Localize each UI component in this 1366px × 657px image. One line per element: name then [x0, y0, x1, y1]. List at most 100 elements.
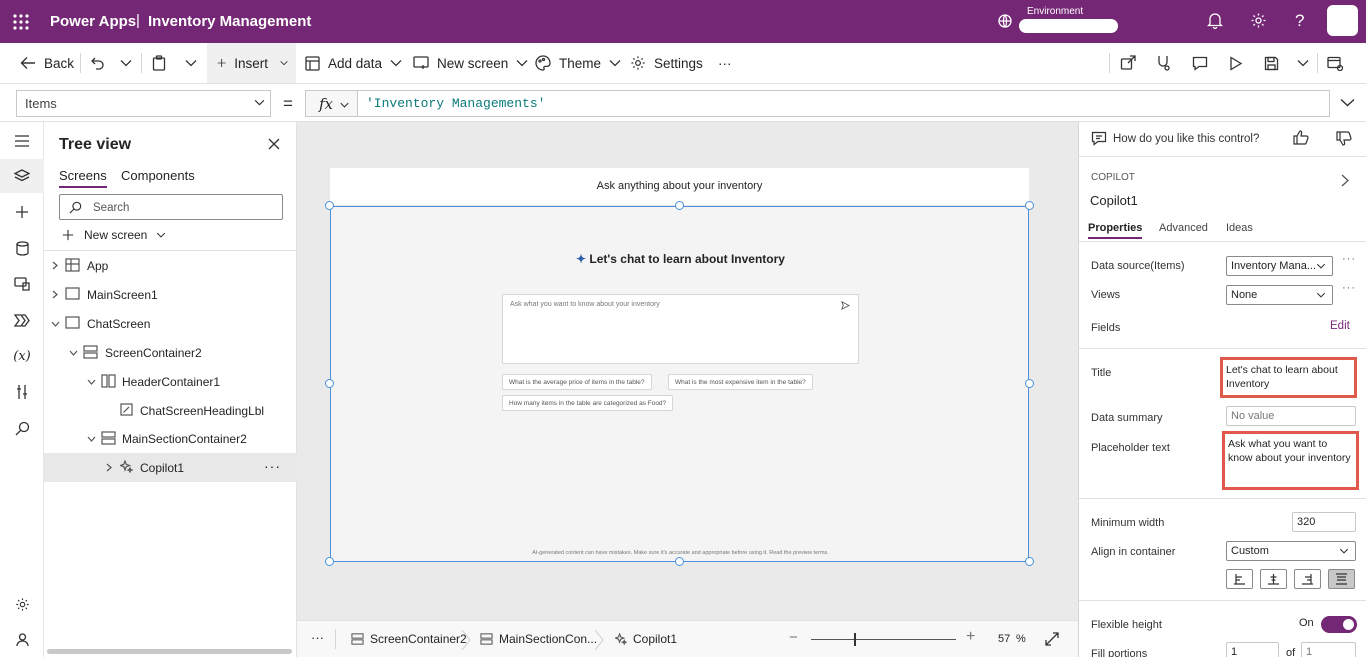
- align-in-container-dropdown[interactable]: Custom: [1226, 541, 1356, 561]
- settings-gear-icon[interactable]: [0, 587, 44, 621]
- control-name[interactable]: Copilot1: [1090, 193, 1138, 208]
- tree-node-mainsectioncontainer2[interactable]: MainSectionContainer2: [44, 424, 297, 453]
- tab-ideas[interactable]: Ideas: [1226, 222, 1253, 234]
- horizontal-scrollbar[interactable]: [47, 649, 292, 654]
- paste-dropdown-chevron-icon[interactable]: [185, 43, 205, 83]
- environment-selector[interactable]: [1019, 19, 1118, 33]
- zoom-in-button[interactable]: +: [966, 628, 975, 646]
- minimum-width-input[interactable]: 320: [1292, 512, 1356, 532]
- hamburger-menu-icon[interactable]: [0, 124, 44, 158]
- more-commands-button[interactable]: ···: [718, 43, 732, 83]
- settings-gear-icon[interactable]: [1250, 12, 1267, 29]
- tree-node-headercontainer1[interactable]: HeaderContainer1: [44, 367, 297, 396]
- data-database-icon[interactable]: [0, 231, 44, 265]
- publish-icon[interactable]: [1327, 43, 1351, 83]
- power-automate-icon[interactable]: [0, 303, 44, 337]
- insert-button[interactable]: Insert: [207, 43, 296, 83]
- screen-heading-label[interactable]: Ask anything about your inventory: [330, 180, 1029, 192]
- new-screen-link[interactable]: New screen: [62, 228, 166, 242]
- resize-handle[interactable]: [325, 201, 334, 210]
- tree-node-app[interactable]: App: [44, 251, 297, 280]
- app-launcher-icon[interactable]: [13, 14, 29, 30]
- environment-icon[interactable]: [997, 13, 1013, 29]
- zoom-slider-thumb[interactable]: [854, 633, 856, 646]
- undo-dropdown-chevron-icon[interactable]: [120, 43, 140, 83]
- fill-portions-input[interactable]: 1: [1226, 642, 1279, 657]
- resize-handle[interactable]: [675, 201, 684, 210]
- views-dropdown[interactable]: None: [1226, 285, 1333, 305]
- new-screen-button[interactable]: New screen: [413, 43, 536, 83]
- search-icon[interactable]: [0, 411, 44, 445]
- close-icon[interactable]: [268, 138, 280, 150]
- placeholder-text-input[interactable]: Ask what you want to know about your inv…: [1222, 431, 1359, 490]
- data-source-dropdown[interactable]: Inventory Mana...: [1226, 256, 1333, 276]
- align-end-button[interactable]: [1294, 569, 1321, 589]
- align-start-button[interactable]: [1226, 569, 1253, 589]
- fields-edit-link[interactable]: Edit: [1330, 320, 1350, 332]
- media-icon[interactable]: [0, 267, 44, 301]
- insert-plus-icon[interactable]: [0, 195, 44, 229]
- resize-handle[interactable]: [325, 557, 334, 566]
- title-input[interactable]: Let's chat to learn about Inventory: [1220, 357, 1357, 398]
- node-more-options-button[interactable]: ···: [264, 458, 281, 474]
- copilot-control[interactable]: ✦ Let's chat to learn about Inventory As…: [330, 206, 1029, 562]
- save-icon[interactable]: [1264, 43, 1287, 83]
- flexible-height-toggle[interactable]: [1321, 616, 1357, 633]
- tree-node-chatscreen[interactable]: ChatScreen: [44, 309, 297, 338]
- thumbs-down-icon[interactable]: [1336, 131, 1352, 146]
- variables-icon[interactable]: (𝑥): [0, 339, 44, 373]
- zoom-out-button[interactable]: −: [789, 629, 798, 646]
- data-summary-input[interactable]: No value: [1226, 406, 1356, 426]
- add-data-button[interactable]: Add data: [305, 43, 410, 83]
- thumbs-up-icon[interactable]: [1293, 130, 1309, 145]
- tab-properties[interactable]: Properties: [1088, 222, 1143, 239]
- tree-search-input[interactable]: Search: [59, 194, 283, 220]
- resize-handle[interactable]: [1025, 201, 1034, 210]
- tab-screens[interactable]: Screens: [59, 168, 107, 188]
- tree-node-screencontainer2[interactable]: ScreenContainer2: [44, 338, 297, 367]
- chevron-right-icon[interactable]: [1341, 174, 1349, 187]
- expand-formula-chevron-icon[interactable]: [1340, 98, 1355, 107]
- breadcrumb-more-button[interactable]: ···: [311, 630, 324, 645]
- save-dropdown-chevron-icon[interactable]: [1297, 43, 1317, 83]
- back-button[interactable]: Back: [20, 43, 74, 83]
- advanced-tools-icon[interactable]: [0, 375, 44, 409]
- notifications-icon[interactable]: [1207, 12, 1223, 29]
- avatar[interactable]: [1327, 5, 1358, 36]
- share-icon[interactable]: [1120, 43, 1144, 83]
- chat-input-box[interactable]: Ask what you want to know about your inv…: [502, 294, 859, 364]
- formula-input[interactable]: 'Inventory Managements': [358, 90, 1330, 117]
- suggestion-chip[interactable]: How many items in the table are categori…: [502, 395, 674, 411]
- send-icon[interactable]: [841, 301, 850, 310]
- function-picker[interactable]: fx: [305, 90, 358, 117]
- suggestion-chip[interactable]: What is the average price of items in th…: [502, 374, 652, 390]
- tree-view-layers-icon[interactable]: [0, 159, 44, 193]
- breadcrumb-copilot1[interactable]: Copilot1: [615, 632, 677, 646]
- settings-button[interactable]: Settings: [630, 43, 703, 83]
- breadcrumb-mainsectioncontainer2[interactable]: MainSectionCon...: [480, 632, 597, 646]
- data-source-more-button[interactable]: ···: [1342, 253, 1356, 265]
- tab-components[interactable]: Components: [121, 168, 195, 183]
- fit-to-window-icon[interactable]: [1045, 632, 1059, 646]
- align-stretch-button[interactable]: [1328, 569, 1355, 589]
- app-checker-icon[interactable]: [1155, 43, 1179, 83]
- tree-node-copilot1[interactable]: Copilot1 ···: [44, 453, 297, 482]
- resize-handle[interactable]: [1025, 557, 1034, 566]
- preview-play-icon[interactable]: [1229, 43, 1251, 83]
- help-icon[interactable]: ?: [1295, 11, 1304, 31]
- resize-handle[interactable]: [1025, 379, 1034, 388]
- suggestion-chip[interactable]: What is the most expensive item in the t…: [668, 374, 813, 390]
- resize-handle[interactable]: [675, 557, 684, 566]
- breadcrumb-screencontainer2[interactable]: ScreenContainer2: [351, 632, 467, 646]
- property-selector[interactable]: Items: [16, 90, 271, 117]
- comments-icon[interactable]: [1192, 43, 1216, 83]
- virtual-agent-icon[interactable]: [0, 622, 44, 656]
- align-center-button[interactable]: [1260, 569, 1287, 589]
- brand-name[interactable]: Power Apps: [50, 13, 136, 30]
- paste-button[interactable]: [152, 43, 174, 83]
- views-more-button[interactable]: ···: [1342, 282, 1356, 294]
- zoom-slider[interactable]: [811, 639, 956, 640]
- theme-button[interactable]: Theme: [535, 43, 629, 83]
- tab-advanced[interactable]: Advanced: [1159, 222, 1208, 234]
- resize-handle[interactable]: [325, 379, 334, 388]
